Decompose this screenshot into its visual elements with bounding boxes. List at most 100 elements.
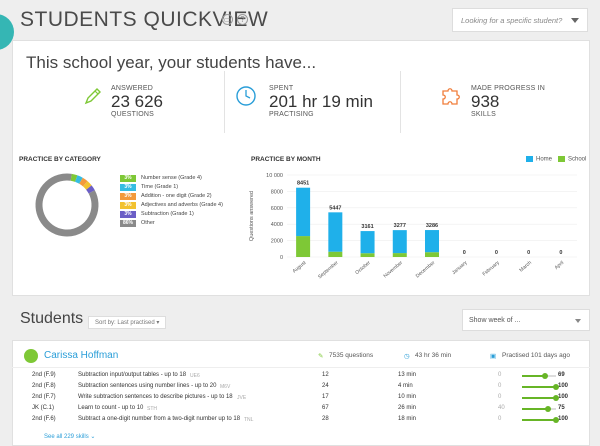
category-item: 3% Addition - one digit (Grade 2) [120,192,212,200]
student-header: Carissa Hoffman ✎ 7535 questions ◷ 43 hr… [12,346,590,366]
y-tick-label: 8000 [271,189,283,195]
stat-spent: SPENT 201 hr 19 min PRACTISING [269,85,373,118]
stat-progress-unit: SKILLS [471,111,496,118]
legend-home: Home [526,156,552,163]
donut-slice [75,175,83,184]
bar-home[interactable] [328,212,343,252]
skill-time: 10 min [398,394,417,400]
donut-slice [70,173,78,182]
puzzle-icon [442,88,460,105]
skill-name: Subtraction sentences using number lines… [78,383,217,389]
category-label: Time (Grade 1) [141,184,179,190]
category-item: 86% Other [120,219,155,227]
bar-school[interactable] [360,253,375,257]
bar-total-label: 5447 [329,205,341,211]
category-donut [35,173,99,237]
skill-code: UE6 [190,373,200,379]
x-tick-label: September [317,260,340,281]
skill-time: 13 min [398,372,417,378]
skill-score: 100 [558,394,569,400]
score-bar-handle [542,373,549,379]
pencil-icon [84,88,101,105]
print-icon[interactable]: ▭ [222,14,233,25]
summary-card: This school year, your students have... … [12,40,590,296]
legend-school-label: School [568,156,587,163]
student-search-dropdown[interactable]: Looking for a specific student? [452,8,588,32]
skill-questions: 28 [322,416,329,422]
bar-school[interactable] [328,251,343,257]
category-label: Other [141,220,155,226]
score-bar [522,384,559,390]
bar-home[interactable] [360,231,375,254]
bar-total-label: 0 [559,250,562,256]
student-questions: 7535 questions [329,352,374,359]
table-row[interactable]: 2nd (F.9) Subtraction input/output tables… [12,371,590,381]
table-row[interactable]: 2nd (F.7) Write subtraction sentences to … [12,393,590,403]
skill-start-score: 0 [498,394,502,400]
skill-questions: 67 [322,405,329,411]
category-percent: 3% [120,175,136,182]
bar-total-label: 0 [527,250,530,256]
month-bar-chart: Questions answered 10 000 8000 6000 4000 2000… [249,173,577,281]
bar-home[interactable] [296,187,311,237]
x-tick-label: December [415,260,437,280]
student-name-link[interactable]: Carissa Hoffman [44,350,118,361]
category-percent: 3% [120,211,136,218]
bar-total-label: 3286 [426,223,438,229]
category-item: 3% Adjectives and adverbs (Grade 4) [120,201,223,209]
skill-questions: 24 [322,383,329,389]
skill-name: Learn to count - up to 10 [78,405,144,411]
skill-code: STH [147,406,157,412]
skill-questions: 12 [322,372,329,378]
skill-start-score: 40 [498,405,505,411]
category-title: PRACTICE BY CATEGORY [19,156,101,163]
skill-time: 4 min [398,383,413,389]
x-tick-label: January [451,260,469,276]
chevron-down-icon [575,319,581,323]
stat-answered-value: 23 626 [111,92,163,111]
skill-start-score: 0 [498,372,502,378]
help-icon[interactable]: ? [237,14,248,25]
see-all-skills-link[interactable]: See all 229 skills ⌄ [44,433,95,440]
stat-progress-value: 938 [471,92,500,111]
score-bar-handle [553,417,559,423]
x-tick-label: April [554,260,566,271]
bar-home[interactable] [425,230,439,253]
donut-slice [86,185,95,194]
bar-school[interactable] [296,236,311,257]
y-axis-label: Questions answered [249,191,255,241]
skill-start-score: 0 [498,416,502,422]
sort-by-dropdown[interactable]: Sort by: Last practised ▾ [88,316,167,329]
stat-progress: MADE PROGRESS IN 938 SKILLS [471,85,545,118]
score-bar [522,417,559,423]
skill-grade: 2nd (F.8) [32,383,56,389]
score-bar-handle [553,395,559,401]
divider [224,71,225,133]
legend-home-swatch [526,156,533,162]
skill-questions: 17 [322,394,329,400]
pencil-icon: ✎ [318,353,324,360]
table-row[interactable]: 2nd (F.8) Subtraction sentences using num… [12,382,590,392]
bar-total-label: 8451 [297,181,309,187]
bar-school[interactable] [392,253,407,257]
skill-code: JVE [237,395,247,401]
x-tick-label: February [482,260,502,278]
stat-spent-unit: PRACTISING [269,111,314,118]
table-row[interactable]: JK (C.1) Learn to count - up to 10 STH 67 26… [12,404,590,414]
bar-school[interactable] [425,252,439,257]
chevron-down-icon [571,18,579,23]
table-row[interactable]: 2nd (F.6) Subtract a one-digit number fro… [12,415,590,425]
week-dropdown[interactable]: Show week of ... [462,309,590,331]
category-percent: 3% [120,184,136,191]
skill-name: Subtraction input/output tables - up to … [78,372,187,378]
score-bar-handle [544,406,551,412]
category-label: Adjectives and adverbs (Grade 4) [141,202,223,208]
bar-home[interactable] [392,230,407,254]
bar-total-label: 0 [463,250,466,256]
donut-slice [79,177,88,187]
y-tick-label: 10 000 [266,173,283,179]
category-percent: 3% [120,202,136,209]
skill-score: 100 [558,416,569,422]
student-time: 43 hr 36 min [415,352,452,359]
category-item: 3% Subtraction (Grade 1) [120,210,194,218]
